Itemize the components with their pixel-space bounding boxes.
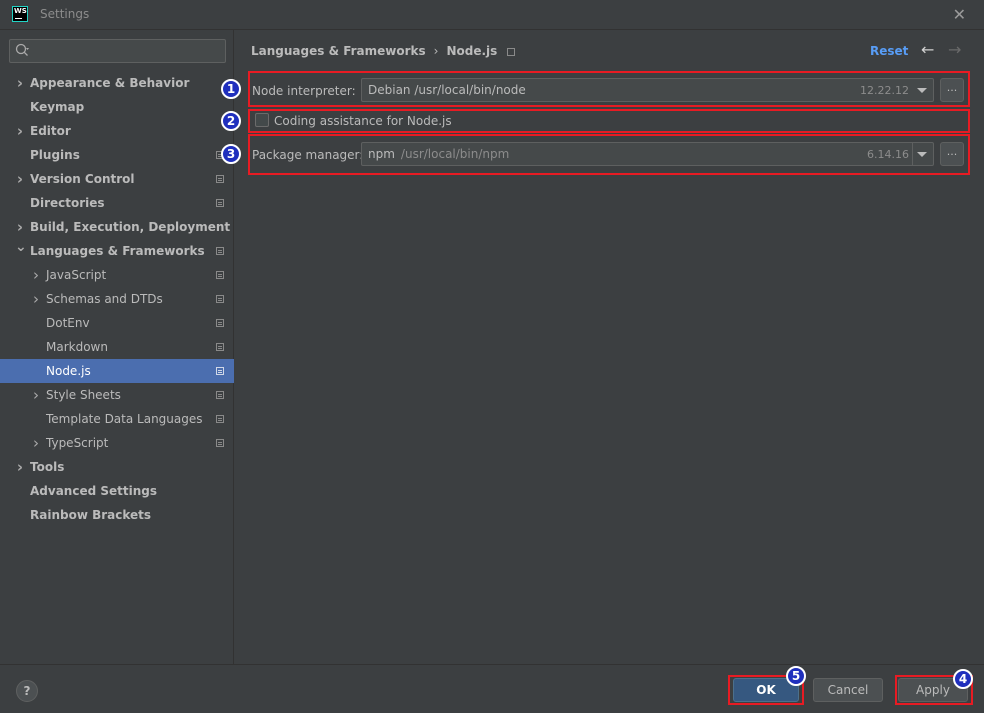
window-title: Settings [40,7,90,21]
sidebar-item-label: Keymap [30,100,85,114]
sidebar-item-directories[interactable]: Directories [0,191,234,215]
node-interpreter-browse-button[interactable]: ... [940,78,964,102]
sidebar-item-label: Markdown [46,340,108,354]
package-manager-label: Package manager: [252,148,364,162]
back-arrow-icon[interactable]: ← [921,40,934,59]
project-scope-icon [216,415,224,423]
sidebar-item-dotenv[interactable]: DotEnv [0,311,234,335]
badge-1: 1 [221,79,241,99]
project-scope-icon [216,271,224,279]
reset-link[interactable]: Reset [870,44,908,58]
breadcrumb-current: Node.js [446,44,498,58]
breadcrumb: Languages & Frameworks › Node.js [251,44,516,58]
sidebar-item-label: Rainbow Brackets [30,508,152,522]
sidebar-item-languages-frameworks[interactable]: ⌄ Languages & Frameworks [0,239,234,263]
sidebar-item-label: TypeScript [46,436,109,450]
node-interpreter-select[interactable]: Debian /usr/local/bin/node 12.22.12 [361,78,934,102]
close-icon[interactable]: ✕ [953,5,966,24]
sidebar-item-label: DotEnv [46,316,90,330]
sidebar-item-markdown[interactable]: Markdown [0,335,234,359]
chevron-right-icon[interactable]: › [15,119,25,143]
package-manager-name: npm [368,147,395,161]
sidebar-item-label: Appearance & Behavior [30,76,190,90]
node-interpreter-version: 12.22.12 [860,84,909,97]
sidebar-item-advanced-settings[interactable]: Advanced Settings [0,479,234,503]
sidebar-item-keymap[interactable]: Keymap [0,95,234,119]
coding-assistance-label[interactable]: Coding assistance for Node.js [274,114,452,128]
sidebar-item-label: Editor [30,124,71,138]
package-manager-path: /usr/local/bin/npm [400,147,510,161]
sidebar-item-javascript[interactable]: › JavaScript [0,263,234,287]
node-interpreter-label: Node interpreter: [252,84,356,98]
chevron-right-icon[interactable]: › [15,71,25,95]
sidebar-item-label: Advanced Settings [30,484,158,498]
sidebar-item-label: Build, Execution, Deployment [30,220,231,234]
badge-5: 5 [786,666,806,686]
project-scope-icon [216,439,224,447]
package-manager-browse-button[interactable]: ... [940,142,964,166]
coding-assistance-checkbox[interactable] [255,113,269,127]
sidebar-item-typescript[interactable]: › TypeScript [0,431,234,455]
project-scope-icon [216,295,224,303]
project-scope-icon [216,247,224,255]
sidebar-item-label: JavaScript [46,268,107,282]
project-scope-icon [216,319,224,327]
badge-4: 4 [953,669,973,689]
sidebar-item-build-execution-deployment[interactable]: › Build, Execution, Deployment [0,215,234,239]
chevron-right-icon: › [433,44,439,58]
settings-tree: › Appearance & Behavior Keymap › Editor Plugi… [0,71,234,527]
project-scope-icon [216,367,224,375]
sidebar-item-label: Tools [30,460,65,474]
project-scope-icon [216,343,224,351]
chevron-right-icon[interactable]: › [31,263,41,287]
forward-arrow-icon[interactable]: → [948,40,961,59]
settings-content: Languages & Frameworks › Node.js Reset ← →… [235,30,984,664]
sidebar-item-template-data-languages[interactable]: Template Data Languages [0,407,234,431]
search-input[interactable] [9,39,226,63]
badge-2: 2 [221,111,241,131]
sidebar-item-appearance-behavior[interactable]: › Appearance & Behavior [0,71,234,95]
title-bar: WS Settings ✕ [0,0,984,30]
package-manager-select[interactable]: npm/usr/local/bin/npm 6.14.16 [361,142,934,166]
badge-3: 3 [221,144,241,164]
sidebar-item-schemas-and-dtds[interactable]: › Schemas and DTDs [0,287,234,311]
sidebar-item-rainbow-brackets[interactable]: Rainbow Brackets [0,503,234,527]
sidebar-item-label: Node.js [46,364,91,378]
package-manager-value: npm/usr/local/bin/npm [368,147,509,161]
sidebar-item-label: Directories [30,196,105,210]
chevron-right-icon[interactable]: › [31,431,41,455]
project-scope-icon [216,199,224,207]
chevron-right-icon[interactable]: › [15,455,25,479]
chevron-right-icon[interactable]: › [31,383,41,407]
sidebar-item-tools[interactable]: › Tools [0,455,234,479]
sidebar-item-style-sheets[interactable]: › Style Sheets [0,383,234,407]
sidebar-item-label: Template Data Languages [46,412,203,426]
dialog-footer: ? OK Cancel Apply 4 5 [0,664,984,713]
help-button[interactable]: ? [16,680,38,702]
chevron-right-icon[interactable]: › [31,287,41,311]
settings-sidebar: › Appearance & Behavior Keymap › Editor Plugi… [0,30,234,664]
chevron-right-icon[interactable]: › [15,167,25,191]
sidebar-item-plugins[interactable]: Plugins [0,143,234,167]
dropdown-arrow-icon [917,88,927,93]
search-icon [15,43,29,56]
package-manager-version: 6.14.16 [867,148,909,161]
sidebar-item-node-js[interactable]: Node.js [0,359,234,383]
project-scope-icon [216,391,224,399]
project-scope-icon [507,47,516,56]
cancel-button[interactable]: Cancel [813,678,883,702]
node-interpreter-value: Debian /usr/local/bin/node [368,83,526,97]
sidebar-item-label: Plugins [30,148,80,162]
breadcrumb-parent[interactable]: Languages & Frameworks [251,44,426,58]
dropdown-arrow-icon [917,152,927,157]
webstorm-logo: WS [12,6,28,22]
chevron-down-icon[interactable]: ⌄ [15,235,27,259]
sidebar-item-label: Languages & Frameworks [30,244,205,258]
sidebar-item-label: Version Control [30,172,135,186]
sidebar-item-editor[interactable]: › Editor [0,119,234,143]
sidebar-item-label: Style Sheets [46,388,121,402]
project-scope-icon [216,175,224,183]
sidebar-item-label: Schemas and DTDs [46,292,163,306]
sidebar-item-version-control[interactable]: › Version Control [0,167,234,191]
